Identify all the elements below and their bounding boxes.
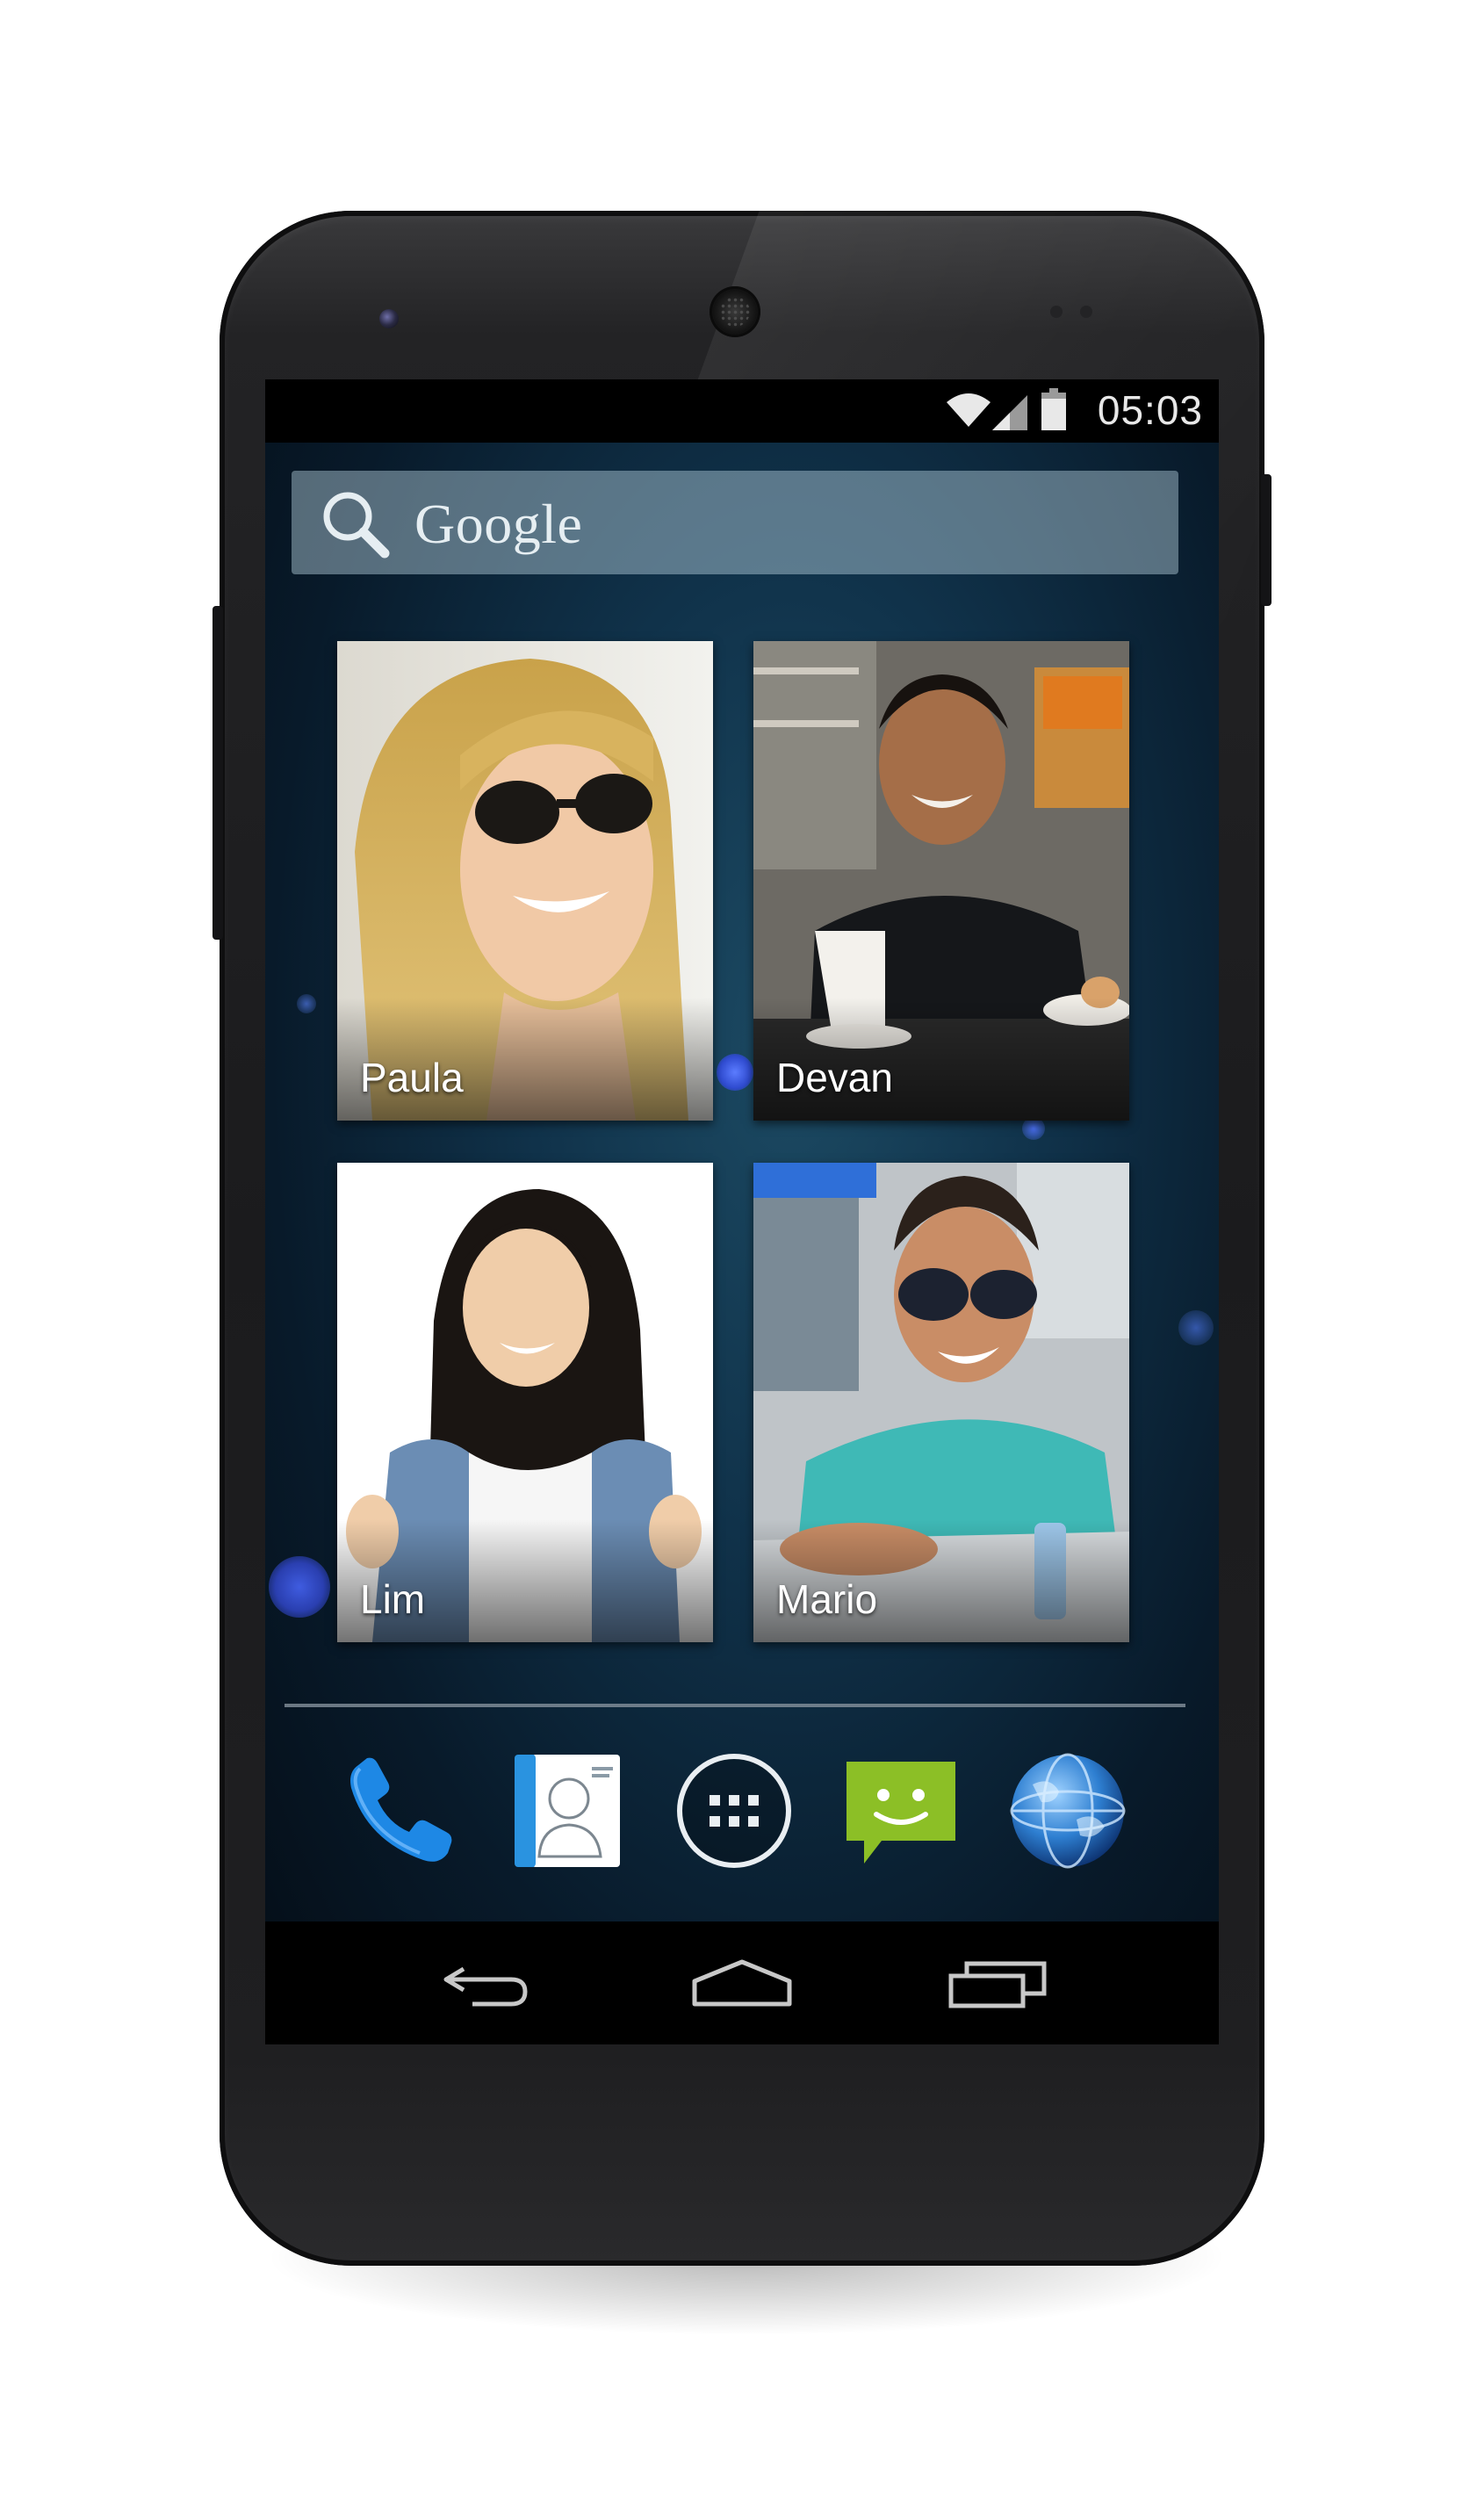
phone-icon[interactable] [339, 1749, 462, 1872]
back-button[interactable] [429, 1951, 543, 2015]
contact-name: Paula [360, 1055, 464, 1100]
app-drawer-icon[interactable] [673, 1749, 796, 1872]
contact-card-mario[interactable]: Mario [753, 1163, 1129, 1642]
home-screen: 05:03 Google Paula Devan Lim Mario [265, 379, 1219, 2044]
contact-card-devan[interactable]: Devan [753, 641, 1129, 1121]
navigation-bar [265, 1921, 1219, 2044]
favorites-dock [265, 1732, 1219, 1890]
volume-button [213, 606, 223, 940]
contact-card-lim[interactable]: Lim [337, 1163, 713, 1642]
front-camera-icon [379, 309, 399, 328]
recents-icon [948, 1961, 1047, 2008]
home-button[interactable] [685, 1951, 799, 2015]
contacts-icon[interactable] [506, 1749, 629, 1872]
dock-divider [285, 1704, 1185, 1707]
proximity-sensor [1050, 306, 1063, 318]
earpiece-speaker [710, 286, 760, 337]
power-button [1261, 474, 1271, 606]
back-icon [443, 1966, 528, 2007]
contact-name: Devan [776, 1055, 893, 1100]
recents-button[interactable] [941, 1951, 1055, 2015]
browser-icon[interactable] [1006, 1749, 1129, 1872]
messaging-icon[interactable] [839, 1749, 962, 1872]
contact-name: Lim [360, 1576, 426, 1622]
contact-card-paula[interactable]: Paula [337, 641, 713, 1121]
home-icon [692, 1959, 792, 2007]
light-sensor [1080, 306, 1092, 318]
contact-name: Mario [776, 1576, 878, 1622]
